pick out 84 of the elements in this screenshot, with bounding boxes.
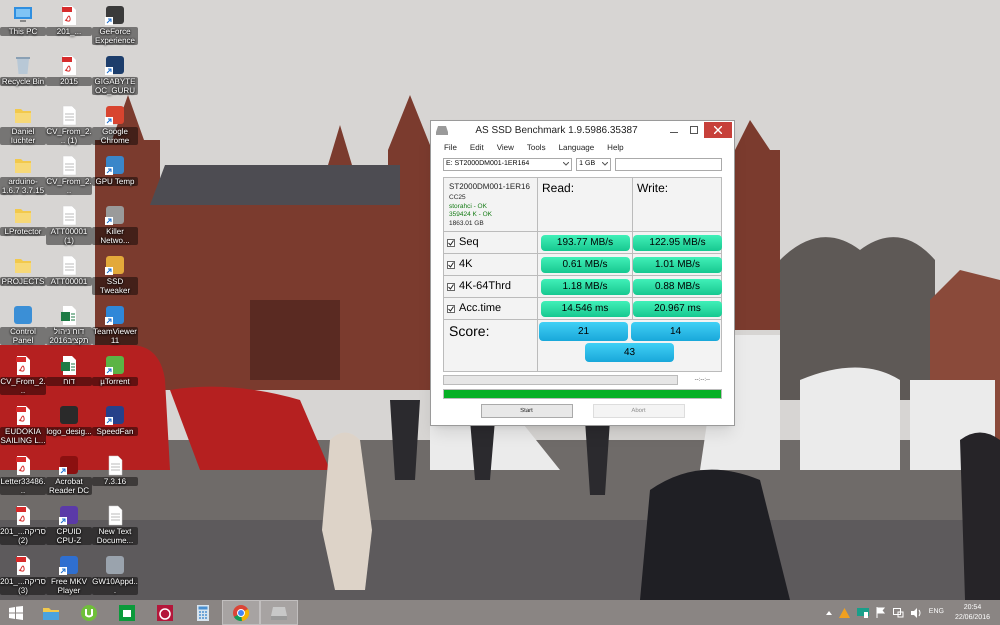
menu-item[interactable]: View [496, 142, 514, 154]
checkbox[interactable] [447, 304, 455, 312]
result-value: 20.967 ms [633, 300, 722, 316]
monitor-icon[interactable] [856, 608, 869, 618]
desktop-shortcut[interactable]: This PC [0, 3, 46, 36]
desktop-shortcut[interactable]: arduino-1.6.7 3.7.15 [0, 153, 46, 195]
speaker-icon[interactable] [910, 608, 922, 618]
caret-icon[interactable] [826, 610, 832, 614]
desktop-shortcut[interactable]: דוח [46, 353, 92, 386]
menu-item[interactable]: Tools [526, 142, 546, 154]
result-value: 0.88 MB/s [633, 278, 722, 294]
desktop-shortcut[interactable]: CV_From_2... [46, 153, 92, 195]
desktop-shortcut[interactable]: 201_... [46, 3, 92, 36]
alarm-clock-icon [155, 602, 175, 622]
result-value: 1.01 MB/s [633, 256, 722, 272]
desktop-shortcut[interactable]: CPUID CPU-Z [46, 503, 92, 545]
close-button[interactable] [704, 122, 732, 138]
score-value: 21 [539, 322, 628, 341]
maximize-icon [690, 126, 698, 134]
menu-item[interactable]: File [444, 142, 457, 154]
desktop-shortcut[interactable]: logo_desig... [46, 403, 92, 436]
test-label: 4K [459, 257, 472, 272]
torrent-icon [79, 602, 99, 622]
desktop-shortcut[interactable]: SpeedFan [92, 403, 138, 436]
desktop-shortcut[interactable]: Recycle Bin [0, 53, 46, 86]
checkbox[interactable] [447, 238, 455, 246]
desktop-shortcut[interactable]: GIGABYTE OC_GURU [92, 53, 138, 95]
desktop-shortcut[interactable]: ATT00001 (1) [46, 203, 92, 245]
result-value: 0.61 MB/s [540, 256, 630, 272]
desktop-shortcut[interactable]: Letter33486... [0, 453, 46, 495]
test-label: Seq [459, 235, 479, 250]
column-header: Read: [538, 178, 633, 231]
desktop-shortcut[interactable]: GPU Temp [92, 153, 138, 186]
checkbox[interactable] [447, 260, 455, 268]
drive-info: ST2000DM001-1ER16 [449, 181, 531, 192]
test-label: 4K-64Thrd [459, 279, 511, 294]
score-label: Score: [444, 320, 538, 371]
caret-icon [563, 162, 570, 166]
test-label: Acc.time [459, 301, 502, 316]
close-icon [714, 126, 722, 134]
menu-item[interactable]: Language [558, 142, 594, 154]
desktop-shortcut[interactable]: TeamViewer 11 [92, 303, 138, 345]
desktop-shortcut[interactable]: Acrobat Reader DC [46, 453, 92, 495]
input-field[interactable] [615, 158, 722, 170]
desktop-shortcut[interactable]: EUDOKIA SAILING L... [0, 403, 46, 445]
result-value: 193.77 MB/s [540, 234, 630, 250]
desktop-shortcut[interactable]: LProtector [0, 203, 46, 236]
desktop-shortcut[interactable]: New Text Docume... [92, 503, 138, 545]
caret-icon [602, 162, 608, 166]
desktop-shortcut[interactable]: ATT00001 [46, 253, 92, 286]
desktop-shortcut[interactable]: GW10Appd... [92, 553, 138, 595]
desktop-shortcut[interactable]: Control Panel [0, 303, 46, 345]
total-score: 43 [585, 343, 674, 362]
desktop-shortcut[interactable]: Killer Netwo... [92, 203, 138, 245]
desktop-shortcut[interactable]: µTorrent [92, 353, 138, 386]
taskbar-app[interactable] [222, 600, 260, 625]
menu-item[interactable]: Edit [470, 142, 484, 154]
result-value: 1.18 MB/s [540, 278, 630, 294]
browser-icon [231, 602, 251, 622]
score-value: 14 [631, 322, 720, 341]
desktop-shortcut[interactable]: PROJECTS [0, 253, 46, 286]
desktop-shortcut[interactable]: CV_From_2... (1) [46, 103, 92, 145]
desktop-shortcut[interactable]: 2015 [46, 53, 92, 86]
flag-icon[interactable] [876, 607, 886, 618]
desktop-shortcut[interactable]: CV_From_2... [0, 353, 46, 395]
checkbox[interactable] [447, 282, 455, 290]
desktop-shortcut[interactable]: GeForce Experience [92, 3, 138, 45]
desktop-shortcut[interactable]: SSD Tweaker [92, 253, 138, 295]
result-value: 14.546 ms [540, 300, 630, 316]
menu-item[interactable]: Help [607, 142, 624, 154]
drive-icon [436, 125, 448, 135]
column-header: Write: [636, 180, 670, 197]
desktop-shortcut[interactable]: 201_...סריקה (3) [0, 553, 46, 595]
desktop-shortcut[interactable]: Daniel Iuchter [0, 103, 46, 145]
desktop-shortcut[interactable]: 201_...סריקה (2) [0, 503, 46, 545]
window-title: AS SSD Benchmark 1.9.5986.35387 [474, 124, 639, 138]
desktop-shortcut[interactable]: Free MKV Player [46, 553, 92, 595]
desktop-shortcut[interactable]: Google Chrome [92, 103, 138, 145]
result-value: 122.95 MB/s [633, 234, 722, 250]
desktop-shortcut[interactable]: 7.3.16 [92, 453, 138, 486]
network-icon[interactable] [892, 608, 904, 618]
store-icon [117, 602, 137, 622]
desktop-shortcut[interactable]: דוח ניהול תקציב2016 [46, 303, 92, 345]
windows-icon [9, 606, 23, 620]
